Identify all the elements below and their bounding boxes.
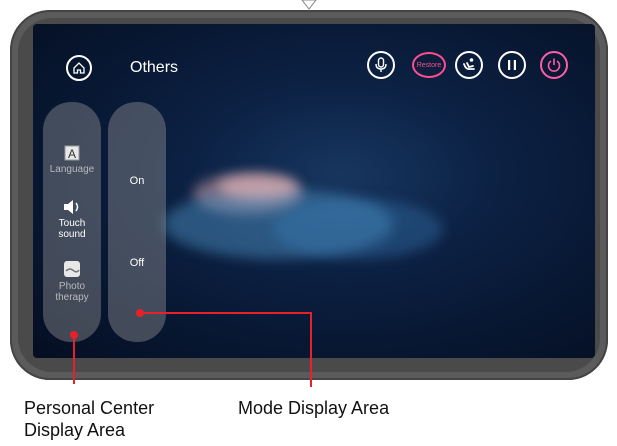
personal-center-leader-line bbox=[73, 339, 75, 384]
photo-therapy-item[interactable]: Photo therapy bbox=[43, 259, 101, 303]
massage-chair-icon bbox=[463, 58, 475, 71]
page-title: Others bbox=[130, 59, 179, 76]
touch-sound-item[interactable]: Touch sound bbox=[43, 198, 101, 240]
mode-display-leader-v bbox=[310, 312, 312, 387]
screen: Others Restore A Language Touch sound Ph… bbox=[33, 24, 595, 358]
power-icon bbox=[547, 58, 561, 72]
pause-button[interactable] bbox=[498, 51, 526, 79]
language-label: Language bbox=[49, 164, 95, 175]
photo-therapy-label: Photo therapy bbox=[55, 281, 89, 303]
cloud-shape bbox=[273, 199, 443, 259]
photo-therapy-icon bbox=[64, 261, 80, 277]
mode-display-leader-h bbox=[144, 312, 312, 314]
personal-center-marker bbox=[70, 331, 78, 339]
speaker-icon bbox=[64, 200, 79, 214]
microphone-icon bbox=[375, 57, 387, 72]
mode-display-marker bbox=[136, 309, 144, 317]
massage-chair-button[interactable] bbox=[455, 51, 483, 79]
microphone-button[interactable] bbox=[367, 51, 395, 79]
home-icon bbox=[73, 62, 85, 74]
language-item[interactable]: A Language bbox=[43, 144, 101, 175]
mode-display-panel: On Off bbox=[108, 102, 166, 342]
restore-button[interactable]: Restore bbox=[412, 52, 446, 78]
cloud-shape bbox=[218, 174, 298, 199]
svg-text:A: A bbox=[68, 147, 76, 161]
home-button[interactable] bbox=[66, 55, 92, 81]
mode-option-off[interactable]: Off bbox=[108, 257, 166, 269]
touch-sound-label: Touch sound bbox=[58, 218, 86, 240]
power-button[interactable] bbox=[540, 51, 568, 79]
language-icon: A bbox=[64, 145, 80, 161]
mode-display-caption: Mode Display Area bbox=[238, 398, 390, 418]
restore-label: Restore bbox=[416, 61, 442, 69]
personal-center-panel: A Language Touch sound Photo therapy bbox=[43, 102, 101, 342]
personal-center-caption: Personal Center Display Area bbox=[24, 398, 155, 440]
pause-icon bbox=[508, 60, 516, 70]
mode-option-on[interactable]: On bbox=[108, 175, 166, 187]
